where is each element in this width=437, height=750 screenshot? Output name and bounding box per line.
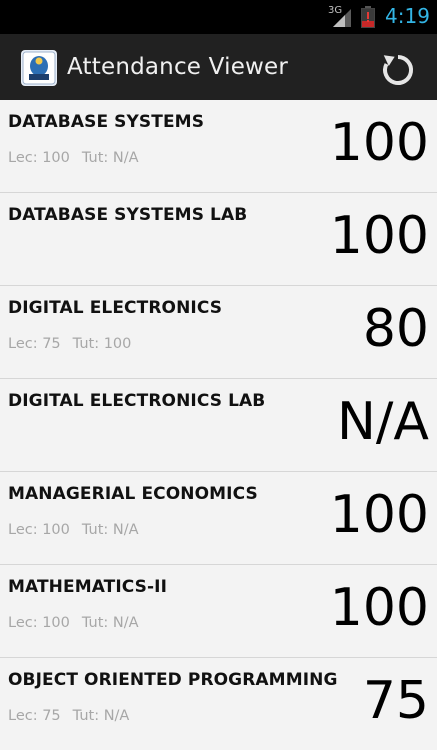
subject-list[interactable]: DATABASE SYSTEMS Lec: 100 Tut: N/A 100 DA…: [0, 100, 437, 750]
status-bar: 3G 4:19: [0, 0, 437, 34]
refresh-icon[interactable]: [379, 51, 417, 89]
attendance-details: Lec: 100 Tut: N/A: [8, 150, 139, 166]
signal-icon: [333, 9, 351, 27]
subject-name: OBJECT ORIENTED PROGRAMMING: [8, 670, 338, 690]
subject-row[interactable]: MANAGERIAL ECONOMICS Lec: 100 Tut: N/A 10…: [0, 472, 437, 565]
tutorial-attendance: Tut: N/A: [81, 615, 139, 631]
subject-name: MANAGERIAL ECONOMICS: [8, 484, 258, 504]
attendance-details: Lec: 100 Tut: N/A: [8, 615, 139, 631]
lecture-attendance: Lec: 100: [8, 522, 70, 538]
subject-name: MATHEMATICS-II: [8, 577, 168, 597]
attendance-percent: 75: [362, 671, 429, 731]
subject-name: DATABASE SYSTEMS: [8, 112, 205, 132]
app-logo-icon[interactable]: [21, 50, 57, 86]
clock-time: 4:19: [385, 4, 430, 28]
subject-row[interactable]: DATABASE SYSTEMS LAB 100: [0, 193, 437, 286]
attendance-percent: 100: [329, 206, 429, 266]
attendance-percent: 100: [329, 485, 429, 545]
app-title: Attendance Viewer: [67, 54, 289, 80]
attendance-percent: 100: [329, 113, 429, 173]
attendance-details: [8, 429, 20, 445]
subject-row[interactable]: OBJECT ORIENTED PROGRAMMING Lec: 75 Tut: …: [0, 658, 437, 750]
lecture-attendance: Lec: 100: [8, 615, 70, 631]
tutorial-attendance: Tut: 100: [72, 336, 132, 352]
tutorial-attendance: Tut: N/A: [72, 708, 130, 724]
attendance-percent: 100: [329, 578, 429, 638]
subject-row[interactable]: DATABASE SYSTEMS Lec: 100 Tut: N/A 100: [0, 100, 437, 193]
subject-name: DATABASE SYSTEMS LAB: [8, 205, 248, 225]
subject-row[interactable]: DIGITAL ELECTRONICS LAB N/A: [0, 379, 437, 472]
tutorial-attendance: Tut: N/A: [81, 522, 139, 538]
attendance-details: Lec: 75 Tut: 100: [8, 336, 131, 352]
subject-name: DIGITAL ELECTRONICS: [8, 298, 223, 318]
subject-name: DIGITAL ELECTRONICS LAB: [8, 391, 266, 411]
lecture-attendance: Lec: 75: [8, 708, 61, 724]
attendance-details: Lec: 75 Tut: N/A: [8, 708, 129, 724]
attendance-percent: 80: [362, 299, 429, 359]
battery-low-icon: [361, 6, 375, 28]
attendance-details: Lec: 100 Tut: N/A: [8, 522, 139, 538]
action-bar: Attendance Viewer: [0, 34, 437, 100]
attendance-percent: N/A: [337, 392, 429, 452]
lecture-attendance: Lec: 75: [8, 336, 61, 352]
subject-row[interactable]: MATHEMATICS-II Lec: 100 Tut: N/A 100: [0, 565, 437, 658]
lecture-attendance: Lec: 100: [8, 150, 70, 166]
tutorial-attendance: Tut: N/A: [81, 150, 139, 166]
subject-row[interactable]: DIGITAL ELECTRONICS Lec: 75 Tut: 100 80: [0, 286, 437, 379]
attendance-details: [8, 243, 20, 259]
